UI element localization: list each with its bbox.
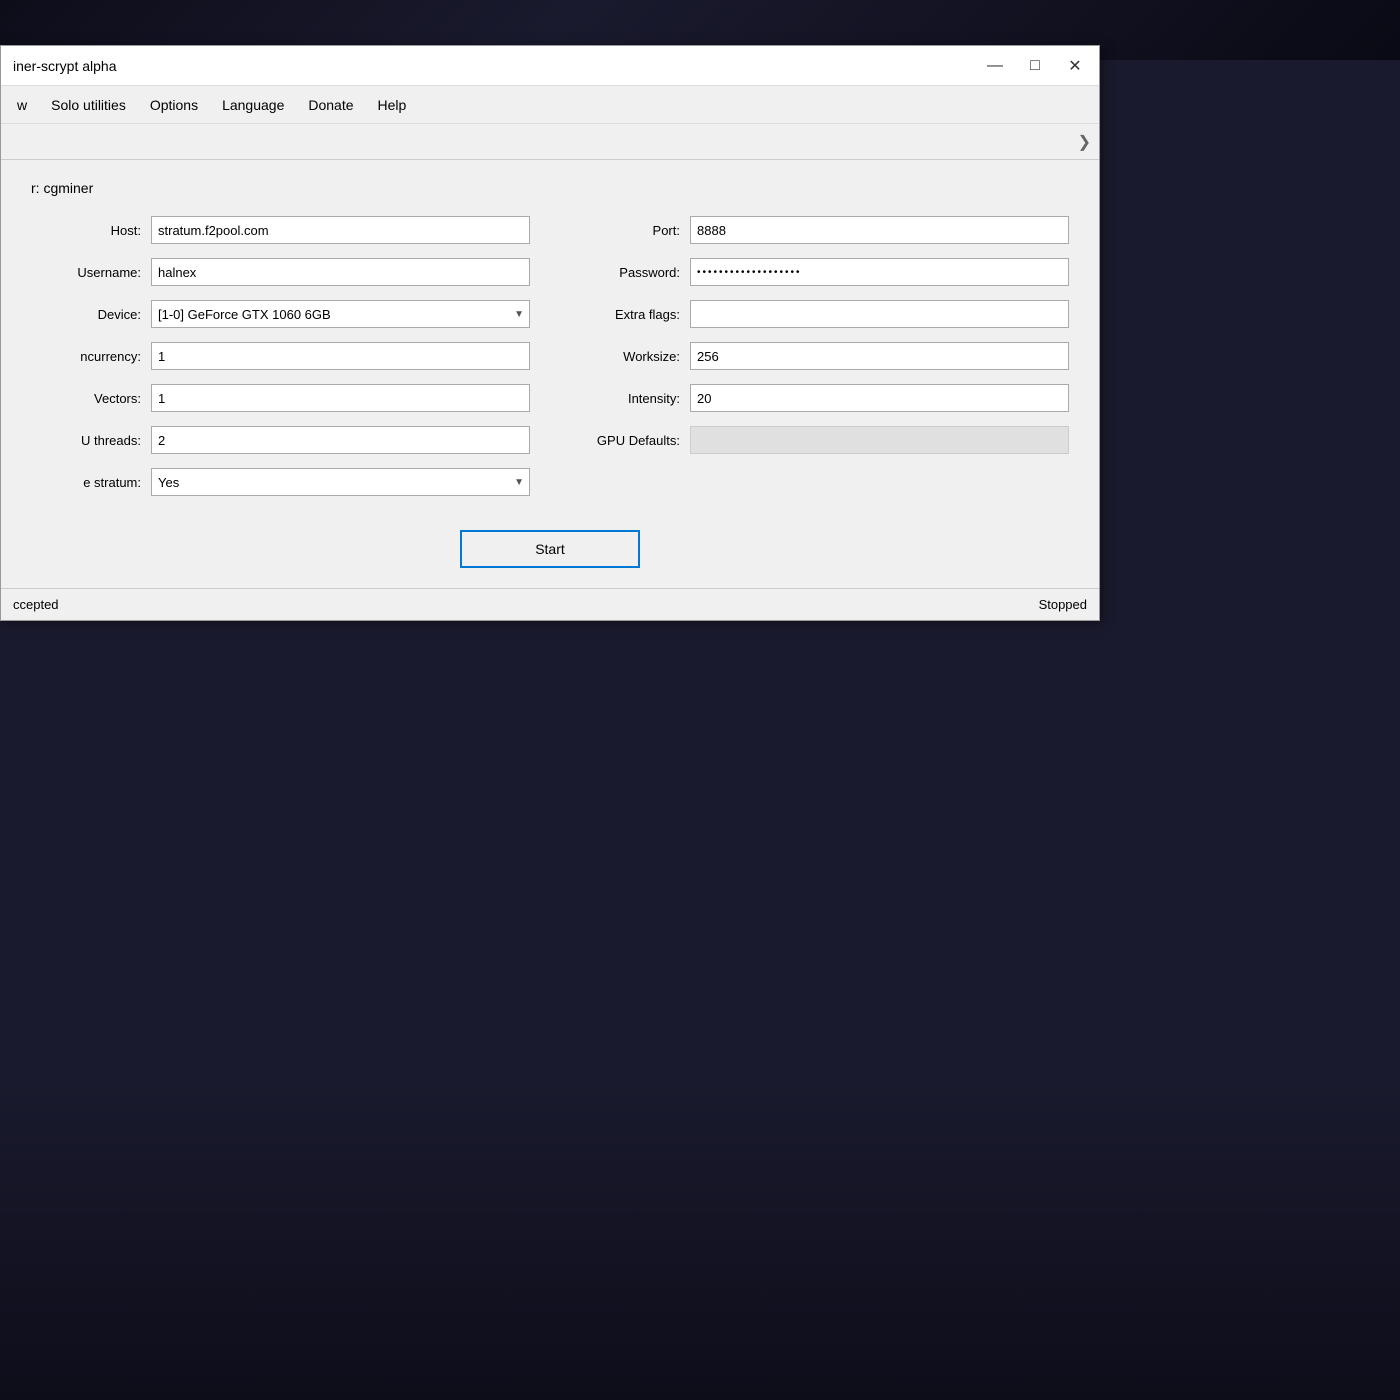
vectors-row: Vectors: — [31, 384, 530, 412]
stratum-label: e stratum: — [31, 475, 141, 490]
password-row: Password: — [570, 258, 1069, 286]
title-bar: iner-scrypt alpha — □ ✕ — [1, 46, 1099, 86]
window-controls: — □ ✕ — [979, 54, 1091, 78]
host-input[interactable] — [151, 216, 530, 244]
menu-bar: w Solo utilities Options Language Donate… — [1, 86, 1099, 124]
gputhreads-label: U threads: — [31, 433, 141, 448]
stratum-row: e stratum: Yes No ▼ — [31, 468, 530, 496]
menu-item-w[interactable]: w — [5, 86, 39, 123]
main-window: iner-scrypt alpha — □ ✕ w Solo utilities… — [0, 45, 1100, 621]
menu-item-help[interactable]: Help — [366, 86, 419, 123]
username-label: Username: — [31, 265, 141, 280]
miner-label: r: cgminer — [21, 180, 1079, 196]
port-input[interactable] — [690, 216, 1069, 244]
menu-item-language[interactable]: Language — [210, 86, 296, 123]
host-label: Host: — [31, 223, 141, 238]
gputhreads-input[interactable] — [151, 426, 530, 454]
vectors-input[interactable] — [151, 384, 530, 412]
content-area: r: cgminer Host: Port: Username: Passwor… — [1, 160, 1099, 588]
device-row: Device: [1-0] GeForce GTX 1060 6GB [0-0]… — [31, 300, 530, 328]
form-grid: Host: Port: Username: Password: Device: — [21, 216, 1079, 568]
status-accepted: ccepted — [13, 597, 59, 612]
worksize-row: Worksize: — [570, 342, 1069, 370]
intensity-label: Intensity: — [570, 391, 680, 406]
worksize-label: Worksize: — [570, 349, 680, 364]
menu-item-solo-utilities[interactable]: Solo utilities — [39, 86, 138, 123]
stratum-select[interactable]: Yes No — [151, 468, 530, 496]
intensity-row: Intensity: — [570, 384, 1069, 412]
extraflags-input[interactable] — [690, 300, 1069, 328]
concurrency-row: ncurrency: — [31, 342, 530, 370]
username-input[interactable] — [151, 258, 530, 286]
status-stopped: Stopped — [1039, 597, 1087, 612]
start-row: Start — [31, 530, 1069, 568]
device-label: Device: — [31, 307, 141, 322]
menu-item-donate[interactable]: Donate — [296, 86, 365, 123]
gpudefaults-label: GPU Defaults: — [570, 433, 680, 448]
stratum-select-wrapper: Yes No ▼ — [151, 468, 530, 496]
username-row: Username: — [31, 258, 530, 286]
vectors-label: Vectors: — [31, 391, 141, 406]
gpudefaults-input — [690, 426, 1069, 454]
toolbar: ❯ — [1, 124, 1099, 160]
concurrency-input[interactable] — [151, 342, 530, 370]
password-label: Password: — [570, 265, 680, 280]
password-input[interactable] — [690, 258, 1069, 286]
port-label: Port: — [570, 223, 680, 238]
menu-item-options[interactable]: Options — [138, 86, 210, 123]
maximize-button[interactable]: □ — [1019, 54, 1051, 78]
worksize-input[interactable] — [690, 342, 1069, 370]
concurrency-label: ncurrency: — [31, 349, 141, 364]
extraflags-label: Extra flags: — [570, 307, 680, 322]
close-button[interactable]: ✕ — [1059, 54, 1091, 78]
gpudefaults-row: GPU Defaults: — [570, 426, 1069, 454]
minimize-button[interactable]: — — [979, 54, 1011, 78]
window-title: iner-scrypt alpha — [13, 58, 117, 74]
empty-cell — [570, 468, 1069, 496]
toolbar-arrow-icon[interactable]: ❯ — [1078, 132, 1091, 152]
device-select[interactable]: [1-0] GeForce GTX 1060 6GB [0-0] GeForce… — [151, 300, 530, 328]
intensity-input[interactable] — [690, 384, 1069, 412]
status-bar: ccepted Stopped — [1, 588, 1099, 620]
host-row: Host: — [31, 216, 530, 244]
gputhreads-row: U threads: — [31, 426, 530, 454]
port-row: Port: — [570, 216, 1069, 244]
start-button[interactable]: Start — [460, 530, 640, 568]
device-select-wrapper: [1-0] GeForce GTX 1060 6GB [0-0] GeForce… — [151, 300, 530, 328]
extraflags-row: Extra flags: — [570, 300, 1069, 328]
